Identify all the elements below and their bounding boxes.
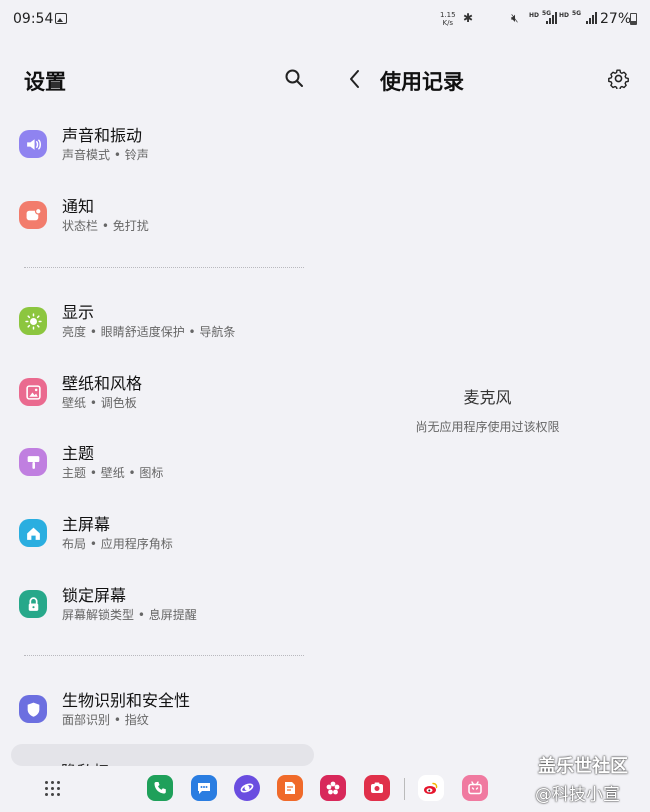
signal-1-hd-label: HD bbox=[529, 12, 540, 19]
settings-item-subtitle: 屏幕解锁类型 • 息屏提醒 bbox=[62, 608, 197, 622]
settings-item-title: 锁定屏幕 bbox=[62, 586, 127, 605]
speaker-icon bbox=[19, 130, 47, 158]
notification-icon bbox=[19, 201, 47, 229]
status-time: 09:54 bbox=[13, 11, 54, 27]
section-divider bbox=[24, 655, 304, 656]
settings-item-title: 生物识别和安全性 bbox=[62, 691, 191, 710]
app-drawer-icon[interactable] bbox=[45, 781, 61, 797]
gear-icon[interactable] bbox=[608, 68, 629, 89]
gallery-notification-icon bbox=[55, 13, 67, 24]
settings-item-title: 通知 bbox=[62, 197, 95, 216]
camera-icon[interactable] bbox=[364, 775, 390, 801]
settings-item-subtitle: 亮度 • 眼睛舒适度保护 • 导航条 bbox=[62, 325, 236, 339]
back-icon[interactable] bbox=[346, 69, 364, 89]
taskbar-separator bbox=[404, 778, 405, 800]
signal-2-bars-icon bbox=[586, 12, 600, 24]
settings-item-notifications[interactable]: 通知 状态栏 • 免打扰 bbox=[12, 191, 312, 249]
watermark-community: 盖乐世社区 bbox=[538, 756, 628, 777]
weibo-icon[interactable] bbox=[418, 775, 444, 801]
settings-item-display[interactable]: 显示 亮度 • 眼睛舒适度保护 • 导航条 bbox=[12, 297, 312, 355]
settings-item-title: 主屏幕 bbox=[62, 515, 111, 534]
watermark-author: @科技小宣 bbox=[535, 785, 620, 805]
settings-item-subtitle: 面部识别 • 指纹 bbox=[62, 713, 149, 727]
battery-icon bbox=[630, 13, 637, 25]
settings-item-lock-screen[interactable]: 锁定屏幕 屏幕解锁类型 • 息屏提醒 bbox=[12, 580, 312, 638]
mute-icon: 🔇︎ bbox=[511, 11, 519, 25]
settings-item-title: 声音和振动 bbox=[62, 126, 143, 145]
empty-state-message: 尚无应用程序使用过该权限 bbox=[415, 420, 560, 434]
sun-icon bbox=[19, 307, 47, 335]
settings-item-home-screen[interactable]: 主屏幕 布局 • 应用程序角标 bbox=[12, 509, 312, 567]
settings-item-subtitle: 壁纸 • 调色板 bbox=[62, 396, 137, 410]
settings-item-subtitle: 主题 • 壁纸 • 图标 bbox=[62, 466, 164, 480]
signal-1-bars-icon bbox=[546, 12, 560, 24]
home-icon bbox=[19, 519, 47, 547]
settings-item-subtitle: 布局 • 应用程序角标 bbox=[62, 537, 173, 551]
messages-icon[interactable] bbox=[191, 775, 217, 801]
bilibili-icon[interactable] bbox=[462, 775, 488, 801]
settings-item-subtitle: 状态栏 • 免打扰 bbox=[62, 219, 149, 233]
settings-title: 设置 bbox=[24, 70, 66, 94]
settings-item-subtitle: 声音模式 • 铃声 bbox=[62, 148, 149, 162]
notes-icon[interactable] bbox=[277, 775, 303, 801]
flower-icon[interactable] bbox=[320, 775, 346, 801]
settings-item-wallpaper[interactable]: 壁纸和风格 壁纸 • 调色板 bbox=[12, 368, 312, 426]
status-bar: 09:54 1.15 K/s ✱ 🔇︎ HD 5G HD 5G 27% bbox=[0, 0, 650, 38]
settings-item-title: 壁纸和风格 bbox=[62, 374, 143, 393]
settings-item-title: 主题 bbox=[62, 444, 95, 463]
lock-icon bbox=[19, 590, 47, 618]
brush-icon bbox=[19, 448, 47, 476]
usage-history-title: 使用记录 bbox=[380, 70, 464, 94]
bluetooth-icon: ✱ bbox=[463, 11, 474, 25]
internet-icon[interactable] bbox=[234, 775, 260, 801]
section-divider bbox=[24, 267, 304, 268]
settings-item-title: 隐私权 bbox=[61, 758, 109, 766]
signal-2-hd-label: HD bbox=[559, 12, 570, 19]
battery-percent: 27% bbox=[600, 11, 632, 27]
settings-item-sound[interactable]: 声音和振动 声音模式 • 铃声 bbox=[12, 120, 312, 178]
settings-item-privacy[interactable]: 隐私权 bbox=[11, 744, 314, 766]
empty-state-title: 麦克风 bbox=[463, 388, 512, 407]
settings-item-themes[interactable]: 主题 主题 • 壁纸 • 图标 bbox=[12, 438, 312, 496]
signal-2-tech-label: 5G bbox=[572, 10, 582, 17]
settings-item-title: 显示 bbox=[62, 303, 95, 322]
network-speed: 1.15 K/s bbox=[440, 11, 456, 27]
phone-icon[interactable] bbox=[147, 775, 173, 801]
image-icon bbox=[19, 378, 47, 406]
shield-icon bbox=[19, 695, 47, 723]
search-icon[interactable] bbox=[284, 68, 304, 88]
settings-item-biometrics[interactable]: 生物识别和安全性 面部识别 • 指纹 bbox=[12, 685, 312, 743]
